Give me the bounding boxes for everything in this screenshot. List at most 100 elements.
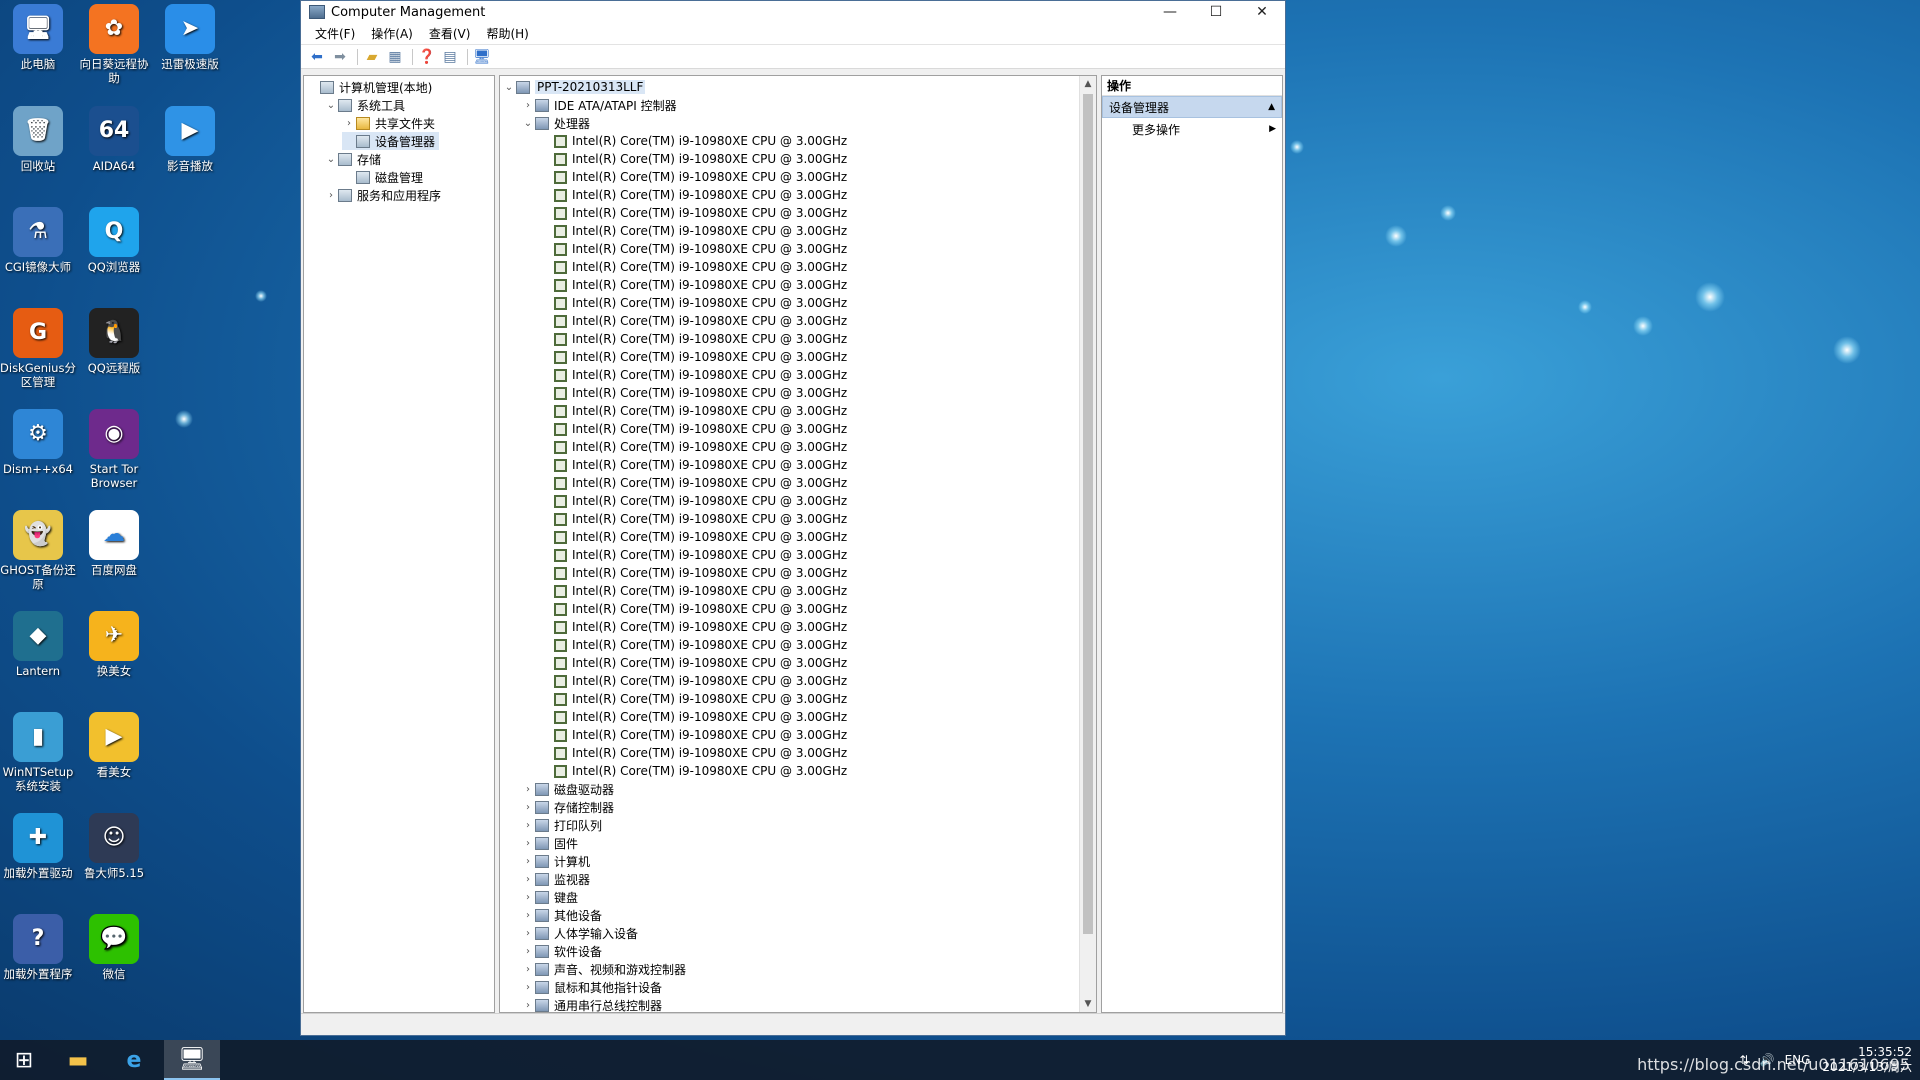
internet-explorer-icon[interactable]: e <box>110 1040 158 1080</box>
processor-item[interactable]: Intel(R) Core(TM) i9-10980XE CPU @ 3.00G… <box>540 348 851 366</box>
expand-right-icon[interactable]: › <box>521 838 535 849</box>
start-icon[interactable]: ⊞ <box>0 1040 48 1080</box>
expand-right-icon[interactable]: › <box>521 946 535 957</box>
menu-help[interactable]: 帮助(H) <box>478 25 536 42</box>
processor-item[interactable]: Intel(R) Core(TM) i9-10980XE CPU @ 3.00G… <box>540 636 851 654</box>
processor-item[interactable]: Intel(R) Core(TM) i9-10980XE CPU @ 3.00G… <box>540 276 851 294</box>
processor-item[interactable]: Intel(R) Core(TM) i9-10980XE CPU @ 3.00G… <box>540 690 851 708</box>
processor-item[interactable]: Intel(R) Core(TM) i9-10980XE CPU @ 3.00G… <box>540 492 851 510</box>
processor-item[interactable]: Intel(R) Core(TM) i9-10980XE CPU @ 3.00G… <box>540 384 851 402</box>
expand-right-icon[interactable]: › <box>342 118 356 129</box>
desktop-icon[interactable]: ☁ 百度网盘 <box>76 506 152 577</box>
expand-right-icon[interactable]: › <box>521 910 535 921</box>
processor-item[interactable]: Intel(R) Core(TM) i9-10980XE CPU @ 3.00G… <box>540 204 851 222</box>
processor-item[interactable]: Intel(R) Core(TM) i9-10980XE CPU @ 3.00G… <box>540 708 851 726</box>
expand-right-icon[interactable]: › <box>521 100 535 111</box>
expand-right-icon[interactable]: › <box>521 874 535 885</box>
device-category[interactable]: ⌄ 处理器 <box>521 114 594 132</box>
processor-item[interactable]: Intel(R) Core(TM) i9-10980XE CPU @ 3.00G… <box>540 366 851 384</box>
device-category[interactable]: › 人体学输入设备 <box>521 924 642 942</box>
processor-item[interactable]: Intel(R) Core(TM) i9-10980XE CPU @ 3.00G… <box>540 546 851 564</box>
desktop-icon[interactable]: 64 AIDA64 <box>76 102 152 173</box>
scroll-down-icon[interactable]: ▼ <box>1080 996 1096 1012</box>
expand-down-icon[interactable]: ⌄ <box>521 118 535 129</box>
scrollbar-thumb[interactable] <box>1083 94 1093 934</box>
console-tree-item[interactable]: ⌄ 系统工具 <box>324 96 409 114</box>
processor-item[interactable]: Intel(R) Core(TM) i9-10980XE CPU @ 3.00G… <box>540 654 851 672</box>
collapse-up-icon[interactable]: ▲ <box>1268 102 1275 112</box>
expand-down-icon[interactable]: ⌄ <box>324 154 338 165</box>
expand-right-icon[interactable]: › <box>521 802 535 813</box>
processor-item[interactable]: Intel(R) Core(TM) i9-10980XE CPU @ 3.00G… <box>540 420 851 438</box>
desktop-icon[interactable]: 🐧 QQ远程版 <box>76 304 152 375</box>
expand-right-icon[interactable]: › <box>521 784 535 795</box>
desktop-icon[interactable]: 🖥 此电脑 <box>0 0 76 71</box>
processor-item[interactable]: Intel(R) Core(TM) i9-10980XE CPU @ 3.00G… <box>540 474 851 492</box>
device-category[interactable]: › 软件设备 <box>521 942 606 960</box>
desktop-icon[interactable]: Q QQ浏览器 <box>76 203 152 274</box>
help-icon[interactable]: ❓ <box>417 48 437 66</box>
desktop-icon[interactable]: 💬 微信 <box>76 910 152 981</box>
expand-right-icon[interactable]: › <box>521 892 535 903</box>
console-tree-item[interactable]: › 共享文件夹 <box>342 114 439 132</box>
close-button[interactable]: ✕ <box>1239 1 1285 23</box>
actions-section-device-manager[interactable]: 设备管理器 ▲ <box>1102 96 1282 118</box>
processor-item[interactable]: Intel(R) Core(TM) i9-10980XE CPU @ 3.00G… <box>540 672 851 690</box>
desktop-icon[interactable]: ◆ Lantern <box>0 607 76 678</box>
desktop-icon[interactable]: ☺ 鲁大师5.15 <box>76 809 152 880</box>
processor-item[interactable]: Intel(R) Core(TM) i9-10980XE CPU @ 3.00G… <box>540 150 851 168</box>
desktop-icon[interactable]: ▮ WinNTSetup系统安装 <box>0 708 76 793</box>
desktop-icon[interactable]: 👻 GHOST备份还原 <box>0 506 76 591</box>
device-category[interactable]: › 鼠标和其他指针设备 <box>521 978 666 996</box>
menu-file[interactable]: 文件(F) <box>307 25 363 42</box>
device-category[interactable]: › IDE ATA/ATAPI 控制器 <box>521 96 681 114</box>
desktop-icon[interactable]: ⚗ CGI镜像大师 <box>0 203 76 274</box>
expand-right-icon[interactable]: › <box>521 1000 535 1011</box>
desktop-icon[interactable]: ✈ 换美女 <box>76 607 152 678</box>
forward-arrow-icon[interactable]: ➡ <box>330 48 350 66</box>
desktop-icon[interactable]: ? 加载外置程序 <box>0 910 76 981</box>
processor-item[interactable]: Intel(R) Core(TM) i9-10980XE CPU @ 3.00G… <box>540 456 851 474</box>
expand-right-icon[interactable]: › <box>521 964 535 975</box>
vertical-scrollbar[interactable]: ▲ ▼ <box>1079 76 1096 1012</box>
maximize-button[interactable]: ☐ <box>1193 1 1239 23</box>
console-tree-item[interactable]: ⌄ 存储 <box>324 150 385 168</box>
desktop-icon[interactable]: ✚ 加载外置驱动 <box>0 809 76 880</box>
device-category[interactable]: › 监视器 <box>521 870 594 888</box>
expand-right-icon[interactable]: › <box>521 982 535 993</box>
processor-item[interactable]: Intel(R) Core(TM) i9-10980XE CPU @ 3.00G… <box>540 582 851 600</box>
console-tree-item[interactable]: 磁盘管理 <box>342 168 427 186</box>
processor-item[interactable]: Intel(R) Core(TM) i9-10980XE CPU @ 3.00G… <box>540 510 851 528</box>
desktop-icon[interactable]: 🗑 回收站 <box>0 102 76 173</box>
processor-item[interactable]: Intel(R) Core(TM) i9-10980XE CPU @ 3.00G… <box>540 618 851 636</box>
desktop-icon[interactable]: ▶ 看美女 <box>76 708 152 779</box>
console-tree-item[interactable]: 设备管理器 <box>342 132 440 150</box>
device-category[interactable]: › 磁盘驱动器 <box>521 780 618 798</box>
processor-item[interactable]: Intel(R) Core(TM) i9-10980XE CPU @ 3.00G… <box>540 168 851 186</box>
processor-item[interactable]: Intel(R) Core(TM) i9-10980XE CPU @ 3.00G… <box>540 438 851 456</box>
processor-item[interactable]: Intel(R) Core(TM) i9-10980XE CPU @ 3.00G… <box>540 402 851 420</box>
scroll-up-icon[interactable]: ▲ <box>1080 76 1096 92</box>
console-tree-item[interactable]: › 服务和应用程序 <box>324 186 445 204</box>
device-category[interactable]: › 其他设备 <box>521 906 606 924</box>
device-category[interactable]: › 存储控制器 <box>521 798 618 816</box>
device-category[interactable]: › 键盘 <box>521 888 582 906</box>
desktop-icon[interactable]: G DiskGenius分区管理 <box>0 304 76 389</box>
expand-right-icon[interactable]: › <box>521 928 535 939</box>
desktop-icon[interactable]: ◉ Start Tor Browser <box>76 405 152 490</box>
desktop-icon[interactable]: ➤ 迅雷极速版 <box>152 0 228 71</box>
desktop-icon[interactable]: ⚙ Dism++x64 <box>0 405 76 476</box>
back-arrow-icon[interactable]: ⬅ <box>307 48 327 66</box>
expand-down-icon[interactable]: ⌄ <box>324 100 338 111</box>
console-tree-icon[interactable]: ▦ <box>385 48 405 66</box>
console-tree-item[interactable]: 计算机管理(本地) <box>306 78 436 96</box>
properties-icon[interactable]: ▤ <box>440 48 460 66</box>
menu-view[interactable]: 查看(V) <box>421 25 479 42</box>
processor-item[interactable]: Intel(R) Core(TM) i9-10980XE CPU @ 3.00G… <box>540 312 851 330</box>
processor-item[interactable]: Intel(R) Core(TM) i9-10980XE CPU @ 3.00G… <box>540 222 851 240</box>
title-bar[interactable]: Computer Management — ☐ ✕ <box>301 1 1285 23</box>
device-category[interactable]: › 打印队列 <box>521 816 606 834</box>
up-folder-icon[interactable]: ▰ <box>362 48 382 66</box>
desktop-icon[interactable]: ▶ 影音播放 <box>152 102 228 173</box>
processor-item[interactable]: Intel(R) Core(TM) i9-10980XE CPU @ 3.00G… <box>540 330 851 348</box>
